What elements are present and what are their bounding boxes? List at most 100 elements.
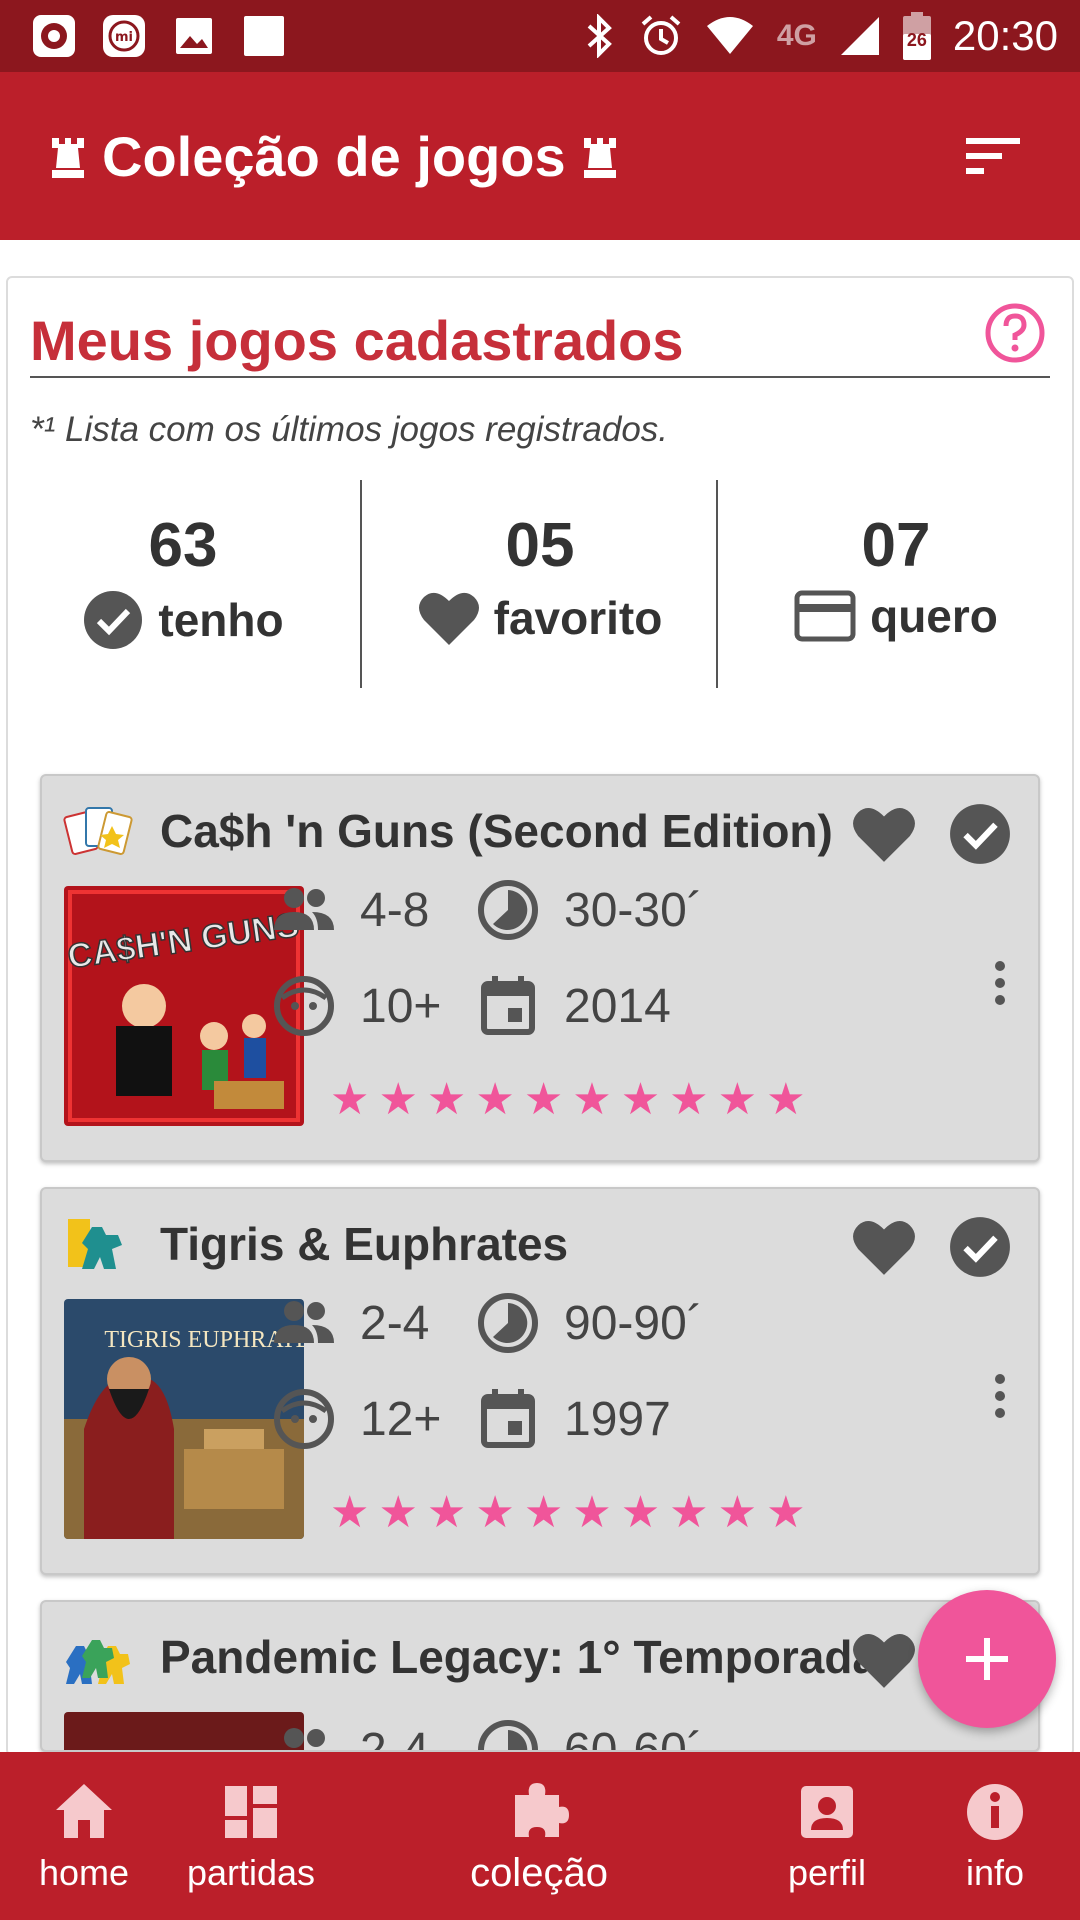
add-game-button[interactable] [918,1590,1056,1728]
filter-list-icon [966,138,1020,174]
favorite-button[interactable] [852,1217,916,1277]
title-divider [30,376,1050,378]
game-title: Tigris & Euphrates [160,1218,569,1270]
star-icon: ★ [426,1075,467,1124]
rating-stars: ★ ★ ★ ★ ★ ★ ★ ★ ★ ★ [330,1078,806,1122]
nav-perfil[interactable]: perfil [770,1752,884,1920]
game-card[interactable]: Pandemic Legacy: 1° Temporada 2-4 60-60´ [40,1600,1040,1752]
year-info: 2014 [474,972,671,1040]
stat-value: 05 [505,511,575,580]
filter-button[interactable] [964,134,1024,178]
plus-icon [966,1638,1008,1680]
year-info: 1997 [474,1385,671,1453]
star-icon: ★ [523,1488,564,1537]
game-card[interactable]: Tigris & Euphrates TIGRIS EUPHRATES 2-4 … [40,1187,1040,1575]
star-icon: ★ [669,1488,709,1537]
more-vert-icon [995,961,1005,1005]
wifi-icon [706,17,753,54]
svg-text:mi: mi [115,30,133,45]
section-title: Meus jogos cadastrados [30,309,684,372]
heart-icon [853,808,915,862]
image-notification-icon [170,12,218,60]
puzzle-icon [515,1782,569,1837]
mi-app-icon: mi [100,12,148,60]
favorite-button[interactable] [852,804,916,864]
star-icon: ★ [378,1075,418,1124]
age-info: 10+ [270,972,441,1040]
star-icon: ★ [475,1075,515,1124]
time-info: 60-60´ [474,1716,703,1750]
more-vert-icon [995,1374,1005,1418]
game-cover: TIGRIS EUPHRATES [64,1299,304,1539]
game-cover [64,1712,304,1750]
favorite-button[interactable] [852,1630,916,1690]
game-cover: CA$H'N GUNS [64,886,304,1126]
players-info: 4-8 [270,876,429,944]
star-icon: ★ [766,1488,806,1537]
dashboard-icon [225,1786,277,1838]
timer-icon [478,880,538,940]
star-icon: ★ [717,1075,758,1124]
check-circle-icon [950,1217,1010,1277]
media-notification-icon [30,12,78,60]
timer-icon [478,1293,538,1353]
more-options-button[interactable] [990,958,1010,1008]
game-card[interactable]: Ca$h 'n Guns (Second Edition) CA$H'N GUN… [40,774,1040,1162]
bluetooth-icon [587,14,612,58]
nav-colecao[interactable]: coleção [454,1752,624,1920]
info-icon [967,1784,1023,1840]
battery-icon: 26 [902,12,931,60]
players-info: 2-4 [270,1716,429,1750]
game-title: Pandemic Legacy: 1° Temporada [160,1631,879,1683]
game-thumbnail [62,1626,134,1690]
stat-label: tenho [158,594,284,646]
owned-button[interactable] [948,1215,1012,1279]
help-button[interactable] [984,302,1046,364]
age-info: 12+ [270,1385,441,1453]
calendar-icon [481,1389,535,1448]
profile-icon [801,1786,853,1838]
owned-button[interactable] [948,802,1012,866]
players-icon [274,1301,334,1343]
game-thumbnail [62,1213,134,1277]
stat-value: 63 [148,511,218,580]
bottom-navigation: home partidas coleção perfil info [0,1752,1080,1920]
stat-favorito[interactable]: 05 favorito [362,510,718,647]
rating-stars: ★ ★ ★ ★ ★ ★ ★ ★ ★ ★ [330,1491,806,1535]
star-icon: ★ [378,1488,418,1537]
star-icon: ★ [717,1488,758,1537]
check-circle-icon [84,591,143,649]
star-icon: ★ [766,1075,806,1124]
star-icon: ★ [426,1488,467,1537]
star-icon: ★ [620,1075,661,1124]
stat-tenho[interactable]: 63 tenho [5,510,361,651]
timer-icon [478,1720,538,1750]
stat-label: quero [870,590,998,642]
card-icon [794,590,856,642]
players-info: 2-4 [270,1289,429,1357]
face-icon [274,976,334,1036]
heart-icon [853,1634,915,1688]
blank-notification-icon [240,12,288,60]
heart-icon [418,592,479,645]
more-options-button[interactable] [990,1371,1010,1421]
stat-label: favorito [493,592,663,644]
players-icon [274,888,334,930]
players-icon [284,1728,325,1748]
nav-home[interactable]: home [24,1752,144,1920]
star-icon: ★ [475,1488,515,1537]
star-icon: ★ [523,1075,564,1124]
stat-value: 07 [861,511,931,580]
time-info: 90-90´ [474,1289,703,1357]
nav-partidas[interactable]: partidas [176,1752,326,1920]
alarm-icon [641,15,681,55]
nav-info[interactable]: info [940,1752,1050,1920]
rook-icon [583,137,616,178]
star-icon: ★ [669,1075,709,1124]
app-title: Coleção de jogos [48,124,620,189]
star-icon: ★ [330,1075,370,1124]
star-icon: ★ [620,1488,661,1537]
stat-quero[interactable]: 07 quero [718,510,1074,643]
star-icon: ★ [330,1488,370,1537]
heart-icon [853,1221,915,1275]
